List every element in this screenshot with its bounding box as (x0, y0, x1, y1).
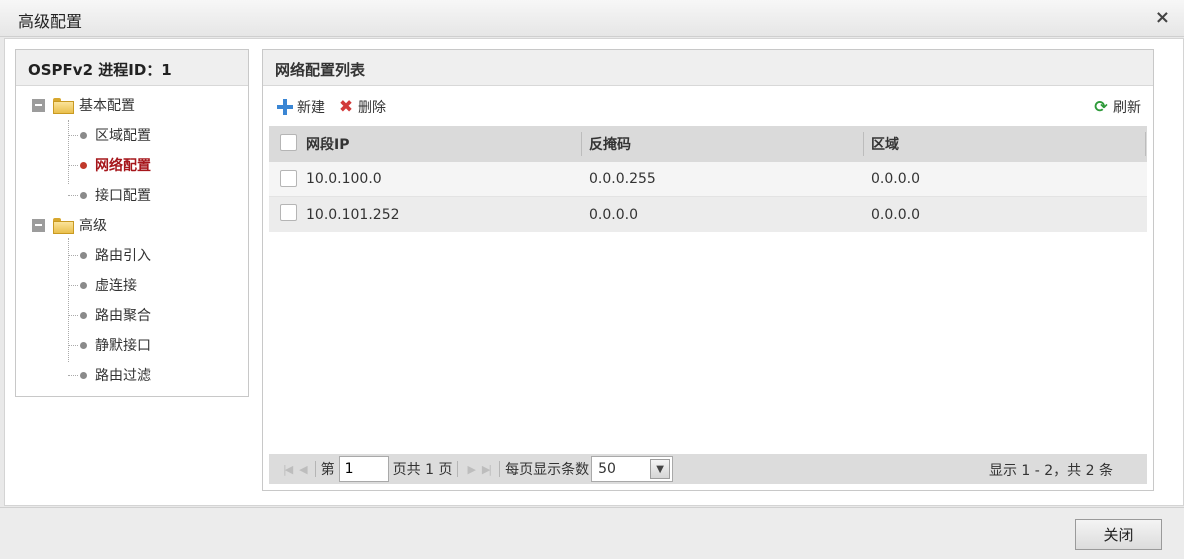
new-button[interactable]: 新建 (277, 97, 325, 117)
tree-item-label: 区域配置 (95, 128, 151, 144)
table-row[interactable]: 10.0.101.252 0.0.0.0 0.0.0.0 (269, 197, 1147, 232)
dialog-title: 高级配置 (18, 12, 83, 31)
column-divider[interactable] (581, 132, 582, 156)
cell-subnet: 10.0.101.252 (306, 206, 400, 223)
delete-x-icon: ✖ (338, 97, 354, 117)
bullet-icon (80, 191, 87, 199)
dialog-body: OSPFv2 进程ID：1 基本配置 区域配置 网络配置 接口配置 高级 路由引… (4, 38, 1184, 506)
chevron-down-icon[interactable]: ▼ (650, 459, 671, 479)
bullet-icon (80, 341, 87, 349)
bullet-icon (80, 131, 87, 139)
record-summary: 显示 1 - 2，共 2 条 (988, 463, 1113, 479)
plus-icon (277, 99, 293, 115)
row-checkbox[interactable] (280, 170, 297, 187)
tree-item-route-import[interactable]: 路由引入 (16, 240, 248, 270)
page-total-text: 页共 1 页 (392, 462, 453, 478)
cell-wildcard: 0.0.0.0 (589, 206, 638, 223)
page-prefix: 第 (320, 462, 335, 478)
tree-item-network-config[interactable]: 网络配置 (16, 150, 248, 180)
table-row[interactable]: 10.0.100.0 0.0.0.255 0.0.0.0 (269, 162, 1147, 197)
tree-item-route-aggregation[interactable]: 路由聚合 (16, 300, 248, 330)
panel-title: 网络配置列表 (263, 50, 1153, 86)
bullet-icon (80, 311, 87, 319)
page-size-select[interactable]: 50 ▼ (591, 456, 674, 482)
tree-group-label: 基本配置 (79, 98, 135, 114)
collapse-minus-icon[interactable] (32, 98, 45, 112)
cell-area: 0.0.0.0 (871, 171, 920, 187)
cell-subnet: 10.0.100.0 (306, 171, 382, 187)
next-page-icon[interactable]: ▶ (467, 463, 476, 476)
tree-item-virtual-link[interactable]: 虚连接 (16, 270, 248, 300)
cell-wildcard: 0.0.0.255 (589, 171, 656, 187)
network-table: 网段IP 反掩码 区域 10.0.100.0 0.0.0.255 0.0.0.0… (269, 126, 1147, 232)
new-button-label: 新建 (297, 100, 325, 116)
bullet-icon (80, 371, 87, 379)
cell-area: 0.0.0.0 (871, 206, 920, 223)
grid-toolbar: 新建 ✖ 删除 ⟳ 刷新 (263, 86, 1153, 126)
tree-group-advanced[interactable]: 高级 (16, 210, 248, 240)
bullet-icon (80, 281, 87, 289)
tree-item-label: 虚连接 (95, 278, 137, 294)
pager-divider (499, 461, 501, 477)
refresh-button[interactable]: ⟳ 刷新 (1093, 97, 1141, 117)
folder-icon (53, 218, 74, 234)
network-config-panel: 网络配置列表 新建 ✖ 删除 ⟳ 刷新 网段IP 反掩码 区域 10.0.100… (262, 49, 1154, 491)
last-page-icon[interactable]: ▶| (482, 463, 492, 476)
bullet-icon (80, 161, 87, 169)
dialog-header: 高级配置 × (0, 0, 1184, 37)
tree-group-label: 高级 (79, 218, 107, 234)
page-size-label: 每页显示条数 (505, 462, 590, 478)
first-page-icon[interactable]: |◀ (283, 463, 293, 476)
tree-item-label: 静默接口 (95, 338, 151, 354)
page-size-value: 50 (598, 461, 616, 477)
row-checkbox[interactable] (280, 204, 297, 221)
collapse-minus-icon[interactable] (32, 218, 45, 232)
bullet-icon (80, 251, 87, 259)
refresh-icon: ⟳ (1094, 97, 1108, 116)
tree-item-label: 网络配置 (95, 158, 151, 174)
tree-item-silent-interface[interactable]: 静默接口 (16, 330, 248, 360)
close-icon[interactable]: × (1155, 7, 1170, 28)
close-button[interactable]: 关闭 (1075, 519, 1162, 550)
column-header-area[interactable]: 区域 (871, 134, 899, 154)
table-header-row: 网段IP 反掩码 区域 (269, 126, 1147, 162)
tree-item-interface-config[interactable]: 接口配置 (16, 180, 248, 210)
tree-group-basic[interactable]: 基本配置 (16, 90, 248, 120)
prev-page-icon[interactable]: ◀ (299, 463, 308, 476)
tree-item-area-config[interactable]: 区域配置 (16, 120, 248, 150)
column-header-wildcard[interactable]: 反掩码 (589, 134, 631, 154)
tree-title: OSPFv2 进程ID：1 (16, 50, 248, 86)
delete-button[interactable]: ✖ 删除 (338, 97, 386, 117)
delete-button-label: 删除 (358, 100, 386, 116)
refresh-button-label: 刷新 (1113, 100, 1141, 116)
select-all-checkbox[interactable] (280, 134, 297, 151)
pager-divider (314, 461, 316, 477)
page-number-input[interactable] (338, 456, 389, 482)
column-divider[interactable] (1145, 132, 1146, 156)
tree-item-route-filter[interactable]: 路由过滤 (16, 360, 248, 390)
tree-item-label: 路由聚合 (95, 308, 151, 324)
tree-item-label: 路由引入 (95, 248, 151, 264)
ospf-tree-panel: OSPFv2 进程ID：1 基本配置 区域配置 网络配置 接口配置 高级 路由引… (15, 49, 249, 397)
tree-item-label: 接口配置 (95, 188, 151, 204)
tree-item-label: 路由过滤 (95, 368, 151, 384)
config-tree: 基本配置 区域配置 网络配置 接口配置 高级 路由引入 虚连接 路由聚合 静默接… (16, 86, 248, 390)
pager-divider (457, 461, 459, 477)
column-header-subnet[interactable]: 网段IP (306, 134, 349, 154)
column-divider[interactable] (863, 132, 864, 156)
dialog-footer: 关闭 (0, 507, 1184, 559)
folder-icon (53, 98, 74, 114)
pagination-bar: |◀ ◀ 第 页共 1 页 ▶ ▶| 每页显示条数 50 ▼ 显示 1 - 2，… (269, 454, 1147, 484)
